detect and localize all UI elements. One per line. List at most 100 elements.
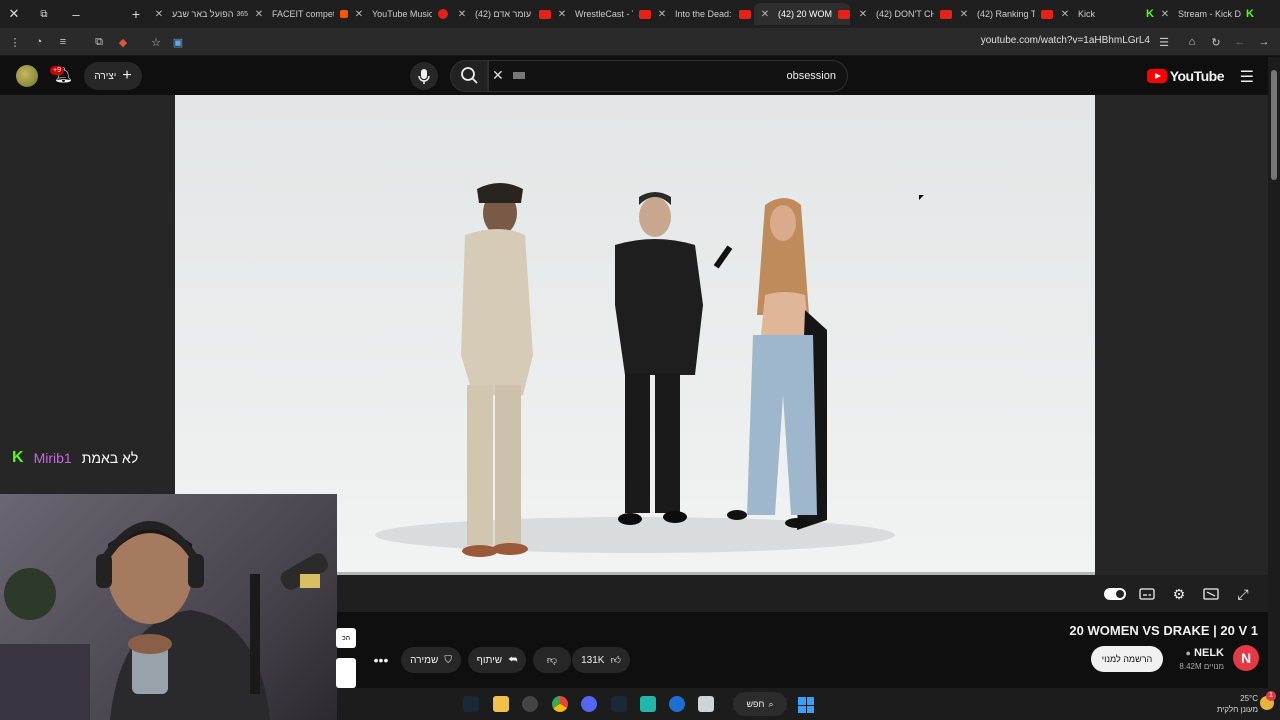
subscribe-button[interactable]: הרשמה למנוי <box>1091 646 1163 672</box>
avatar[interactable] <box>16 65 38 87</box>
webcam-illustration <box>0 521 329 720</box>
tab-close-icon[interactable]: ✕ <box>455 9 469 20</box>
mouse-cursor <box>919 195 924 200</box>
live-taskbar-icon[interactable] <box>640 696 656 712</box>
video-title: 20 WOMEN VS DRAKE | 20 V 1 <box>1069 623 1258 638</box>
tab-close-icon[interactable]: ✕ <box>1058 9 1072 20</box>
like-button[interactable]: 131K 👍︎ <box>572 647 630 673</box>
restore-window-icon[interactable]: ⧉ <box>30 0 58 28</box>
calculator-taskbar-icon[interactable] <box>698 696 714 712</box>
extensions-puzzle-icon[interactable]: ⧉ <box>89 28 109 56</box>
tab-close-icon[interactable]: ✕ <box>152 9 166 20</box>
scrollbar-thumb[interactable] <box>1271 70 1277 180</box>
tab-title: WrestleCast - Y <box>575 9 633 19</box>
figure-left <box>461 183 533 557</box>
menu-dots-icon[interactable]: ⋮ <box>5 28 25 56</box>
tab-title: (42) עומר אדם <box>475 9 532 19</box>
tab-title: (42) 20 WOME <box>778 9 832 19</box>
app-taskbar-icon[interactable] <box>522 696 538 712</box>
tab-badge: 365 <box>236 10 248 18</box>
back-icon[interactable]: → <box>1254 28 1274 56</box>
reload-icon[interactable]: ↻ <box>1206 28 1226 56</box>
new-tab-button[interactable]: + <box>122 0 150 28</box>
save-button[interactable]: שמירה ⛉ <box>401 647 461 673</box>
voice-search-button[interactable] <box>410 62 438 90</box>
taskbar-search[interactable]: חפש ⌕ <box>733 692 787 716</box>
tab-title: (42) Ranking Th <box>977 9 1035 19</box>
home-icon[interactable]: ⌂ <box>1182 28 1202 56</box>
brave-shield-icon[interactable]: ◆ <box>113 28 133 56</box>
search-button[interactable] <box>450 60 488 92</box>
tab-kick[interactable]: ✕ Kick K <box>1058 3 1154 25</box>
youtube-wordmark: YouTube <box>1169 68 1225 84</box>
text-cursor-selection <box>513 72 525 79</box>
tab-close-icon[interactable]: ✕ <box>957 9 971 20</box>
tab-faceit[interactable]: ✕ FACEIT competi <box>252 3 348 25</box>
share-button[interactable]: שיתוף ⮪ <box>468 647 526 673</box>
temperature: 25°C <box>1240 694 1258 703</box>
url-field[interactable]: youtube.com/watch?v=1aHBhmLGrL4 <box>981 35 1150 46</box>
youtube-logo[interactable]: YouTube <box>1146 68 1225 84</box>
tab-title: YouTube Music <box>372 9 432 19</box>
autoplay-toggle[interactable] <box>1104 588 1126 600</box>
minimize-button[interactable]: – <box>62 0 90 28</box>
youtube-play-icon <box>1146 69 1167 83</box>
more-actions-button[interactable]: ••• <box>369 647 393 673</box>
steam-alt-taskbar-icon[interactable] <box>611 696 627 712</box>
close-window-icon[interactable]: ✕ <box>0 0 28 28</box>
subscriber-count: 8.42M מנויים <box>1179 662 1224 671</box>
tab-into-the-dead[interactable]: ✕ Into the Dead: <box>655 3 751 25</box>
side-card[interactable]: הכ <box>336 628 356 648</box>
steam-taskbar-icon[interactable] <box>463 696 479 712</box>
windows-start-icon[interactable] <box>798 697 814 713</box>
settings-gear-icon[interactable]: ⚙ <box>1169 584 1189 604</box>
tab-close-icon[interactable]: ✕ <box>758 9 772 20</box>
search-icon <box>461 67 478 84</box>
channel-name-text: NELK <box>1194 647 1224 659</box>
tab-youtube-music[interactable]: ✕ YouTube Music <box>352 3 448 25</box>
tab-hapoel[interactable]: ✕ הפועל באר שבע 365 <box>152 3 248 25</box>
microphone-icon <box>418 69 430 84</box>
tab-close-icon[interactable]: ✕ <box>252 9 266 20</box>
side-card-secondary[interactable] <box>336 658 356 688</box>
tab-omer-adam[interactable]: ✕ (42) עומר אדם <box>455 3 551 25</box>
tab-close-icon[interactable]: ✕ <box>856 9 870 20</box>
share-arrow-icon: ⮪ <box>508 654 518 666</box>
extension-icon[interactable]: ◔ <box>29 28 49 56</box>
tab-close-icon[interactable]: ✕ <box>352 9 366 20</box>
reading-list-icon[interactable]: ≡ <box>53 28 73 56</box>
app2-taskbar-icon[interactable] <box>669 696 685 712</box>
file-explorer-taskbar-icon[interactable] <box>493 696 509 712</box>
tab-close-icon[interactable]: ✕ <box>655 9 669 20</box>
miniplayer-icon[interactable] <box>1201 584 1221 604</box>
chat-username: Mirib1 <box>33 450 72 466</box>
subtitles-icon[interactable] <box>1137 584 1157 604</box>
tab-20-women-active[interactable]: ✕ (42) 20 WOME <box>754 3 850 25</box>
fullscreen-icon[interactable]: ⤢ <box>1233 584 1253 604</box>
tab-title: Stream - Kick D <box>1178 9 1242 19</box>
menu-hamburger-icon[interactable]: ☰ <box>1240 67 1254 87</box>
like-count: 131K <box>581 654 605 666</box>
tab-title: Into the Dead: <box>675 9 732 19</box>
tab-wrestlecast[interactable]: ✕ WrestleCast - Y <box>555 3 651 25</box>
dislike-button[interactable]: 👎︎ <box>533 647 571 673</box>
weather-widget[interactable]: 25°C מעונן חלקית <box>1217 693 1258 715</box>
chrome-taskbar-icon[interactable] <box>552 696 568 712</box>
youtube-favicon-icon <box>739 9 751 19</box>
clear-search-icon[interactable]: ✕ <box>492 67 504 84</box>
create-label: יצירה <box>94 70 117 82</box>
tab-close-icon[interactable]: ✕ <box>1158 9 1172 20</box>
bookmark-star-icon[interactable]: ☆ <box>146 28 166 56</box>
tab-stream-kick[interactable]: ✕ Stream - Kick D K <box>1158 3 1254 25</box>
channel-avatar[interactable]: N <box>1233 645 1259 671</box>
tab-ranking[interactable]: ✕ (42) Ranking Th <box>957 3 1053 25</box>
tab-close-icon[interactable]: ✕ <box>555 9 569 20</box>
translate-icon[interactable]: ▣ <box>168 28 188 56</box>
create-button[interactable]: יצירה + <box>84 62 142 90</box>
kick-favicon-icon: K <box>1146 8 1154 20</box>
tab-dont-ch[interactable]: ✕ (42) DON'T CH <box>856 3 952 25</box>
discord-taskbar-icon[interactable] <box>581 696 597 712</box>
forward-icon[interactable]: ← <box>1230 28 1250 56</box>
channel-name[interactable]: ● NELK <box>1186 647 1224 659</box>
site-settings-icon[interactable]: ☰ <box>1154 28 1174 56</box>
